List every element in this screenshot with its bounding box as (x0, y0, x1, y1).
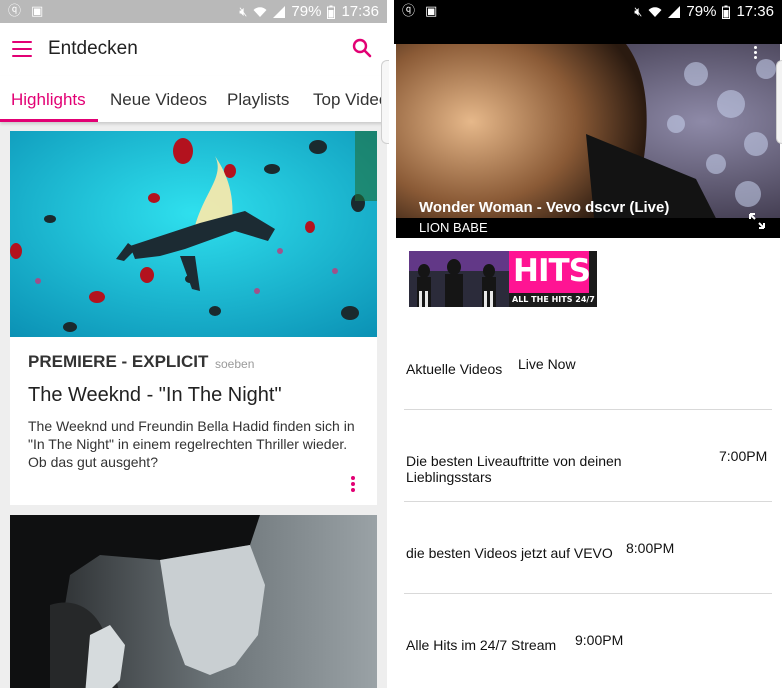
right-phone: ⓠ ▣ 🔇︎ 79% 17:36 Wonder Woman - Vevo dsc… (394, 0, 782, 688)
schedule-row[interactable]: Aktuelle Videos Live Now (404, 330, 772, 410)
video-card[interactable]: PREMIERE - EXPLICIT soeben The Weeknd - … (10, 131, 377, 505)
battery-icon (722, 5, 731, 19)
player-top-band (394, 24, 782, 44)
tab-top-videos[interactable]: Top Videos (313, 90, 387, 110)
schedule-time: 7:00PM (719, 448, 768, 464)
expand-icon[interactable] (748, 212, 766, 230)
card-title[interactable]: The Weeknd - "In The Night" (28, 384, 282, 407)
hits-banner[interactable]: HITS ALL THE HITS 24/7 (409, 251, 597, 307)
player-title: Wonder Woman - Vevo dscvr (Live) (419, 199, 670, 216)
more-vert-icon[interactable] (754, 46, 758, 62)
wifi-icon (253, 6, 267, 17)
schedule-row[interactable]: die besten Videos jetzt auf VEVO 8:00PM (404, 502, 772, 594)
schedule-title: Alle Hits im 24/7 Stream (406, 637, 557, 653)
hits-tagline: ALL THE HITS 24/7 (512, 295, 595, 304)
page-title: Entdecken (48, 38, 138, 59)
schedule-title: Die besten Liveauftritte von deinen Lieb… (406, 453, 622, 485)
schedule-row[interactable]: Alle Hits im 24/7 Stream 9:00PM (404, 594, 772, 688)
notification-q-icon: ⓠ (402, 4, 416, 19)
tab-playlists[interactable]: Playlists (227, 90, 289, 110)
schedule-time: 9:00PM (575, 632, 624, 648)
schedule-time: Live Now (518, 356, 576, 372)
battery-percent: 79% (291, 3, 322, 20)
signal-icon (273, 5, 286, 18)
status-bar: ⓠ ▣ 🔇︎ 79% 17:36 (0, 0, 387, 23)
player-artist-bar: LION BABE (396, 218, 780, 238)
edge-panel-handle[interactable] (776, 60, 782, 144)
wifi-icon (648, 6, 662, 17)
more-vert-icon[interactable] (350, 476, 356, 494)
video-thumbnail[interactable] (10, 131, 377, 337)
video-player[interactable]: Wonder Woman - Vevo dscvr (Live) LION BA… (396, 44, 780, 238)
gallery-icon: ▣ (425, 4, 438, 19)
schedule-title: Aktuelle Videos (406, 361, 503, 377)
search-icon[interactable] (351, 37, 373, 59)
mute-icon: 🔇︎ (239, 3, 248, 19)
status-bar-right: ⓠ ▣ 🔇︎ 79% 17:36 (394, 0, 782, 24)
app-bar: Entdecken (0, 23, 387, 76)
tab-highlights[interactable]: Highlights (11, 90, 86, 110)
card-description: The Weeknd und Freundin Bella Hadid find… (28, 418, 355, 470)
schedule-title: die besten Videos jetzt auf VEVO (406, 545, 613, 561)
schedule-time: 8:00PM (626, 540, 675, 556)
video-thumbnail-2[interactable] (10, 515, 377, 688)
player-artist: LION BABE (419, 220, 488, 235)
tab-bar: Highlights Neue Videos Playlists Top Vid… (0, 76, 387, 122)
battery-icon (327, 5, 336, 19)
signal-icon (668, 5, 681, 18)
hits-logo: HITS (513, 253, 591, 289)
screen: ⓠ ▣ 🔇︎ 79% 17:36 Entdecken Highlights Ne… (0, 0, 782, 688)
menu-icon[interactable] (12, 41, 32, 57)
card-category: PREMIERE - EXPLICIT (28, 352, 209, 371)
clock: 17:36 (341, 3, 379, 20)
left-phone: ⓠ ▣ 🔇︎ 79% 17:36 Entdecken Highlights Ne… (0, 0, 387, 688)
battery-percent: 79% (686, 3, 717, 20)
mute-icon: 🔇︎ (634, 3, 643, 19)
edge-panel-handle[interactable] (381, 60, 389, 144)
notification-q-icon: ⓠ (8, 4, 22, 19)
gallery-icon: ▣ (31, 4, 44, 19)
schedule-row[interactable]: Die besten Liveauftritte von deinen Lieb… (404, 410, 772, 502)
clock: 17:36 (736, 3, 774, 20)
card-timestamp: soeben (215, 357, 255, 371)
tab-indicator (0, 119, 98, 122)
tab-neue-videos[interactable]: Neue Videos (110, 90, 207, 110)
